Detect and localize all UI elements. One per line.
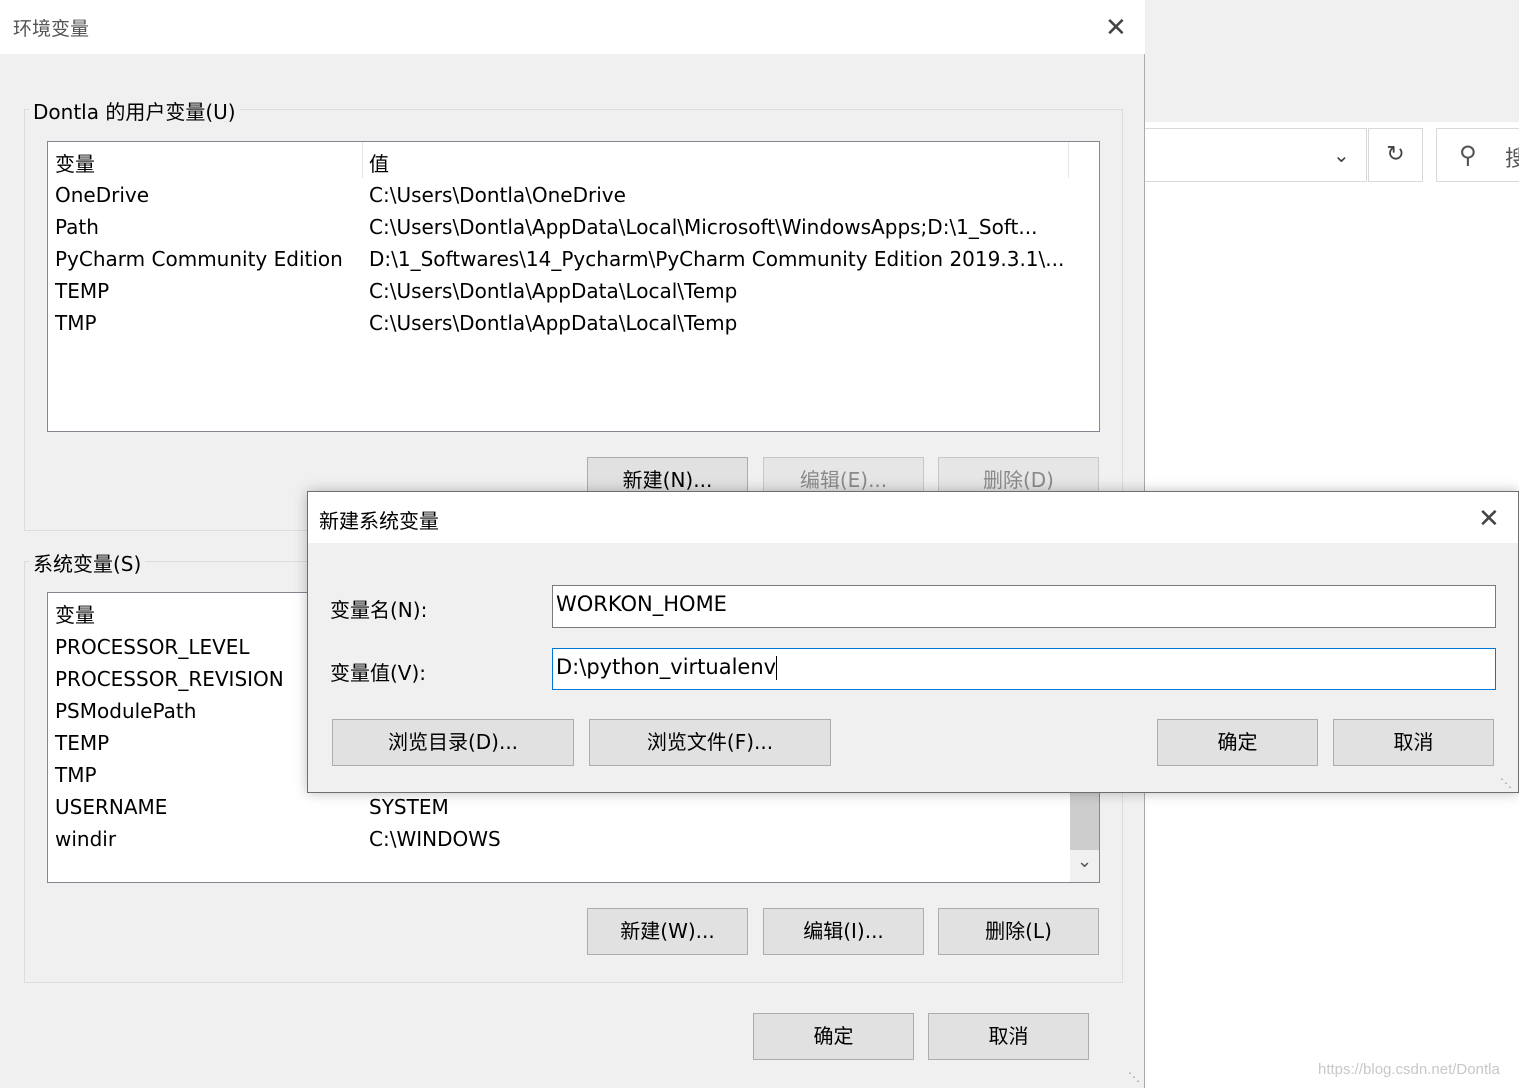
dialog-title: 新建系统变量 <box>319 509 439 533</box>
close-icon[interactable]: ✕ <box>1478 506 1500 532</box>
scrollbar-thumb[interactable] <box>1070 793 1099 850</box>
variable-value-text: D:\python_virtualenv <box>556 655 777 679</box>
table-row[interactable]: TMP C:\Users\Dontla\AppData\Local\Temp <box>48 307 1099 339</box>
search-icon: ⚲ <box>1459 141 1477 169</box>
browse-file-button[interactable]: 浏览文件(F)... <box>589 719 831 766</box>
system-variables-label: 系统变量(S) <box>29 548 146 577</box>
column-header-value[interactable]: 值 <box>369 148 389 177</box>
variable-name: Path <box>55 215 99 239</box>
user-variables-label: Dontla 的用户变量(U) <box>29 96 240 125</box>
table-row[interactable]: USERNAME SYSTEM <box>48 791 1099 823</box>
variable-name: USERNAME <box>55 795 168 819</box>
browse-directory-button[interactable]: 浏览目录(D)... <box>332 719 574 766</box>
column-divider[interactable] <box>1068 142 1069 178</box>
variable-value: SYSTEM <box>369 795 449 819</box>
explorer-background <box>1145 0 1519 122</box>
chevron-down-icon[interactable]: ⌄ <box>1333 143 1350 167</box>
cancel-button[interactable]: 取消 <box>1333 719 1494 766</box>
scroll-down-icon[interactable]: ⌄ <box>1077 851 1092 872</box>
cancel-button[interactable]: 取消 <box>928 1013 1089 1060</box>
variable-name-label: 变量名(N): <box>330 598 428 622</box>
variable-value: C:\Users\Dontla\AppData\Local\Temp <box>369 279 738 303</box>
variable-name: PROCESSOR_LEVEL <box>55 635 250 659</box>
variable-name-field[interactable]: WORKON_HOME <box>552 585 1496 628</box>
variable-name: PSModulePath <box>55 699 197 723</box>
variable-name: OneDrive <box>55 183 150 207</box>
variable-name: TMP <box>55 311 97 335</box>
table-row[interactable]: windir C:\WINDOWS <box>48 823 1099 855</box>
search-placeholder: 搜 <box>1505 147 1519 172</box>
table-row[interactable]: PyCharm Community Edition D:\1_Softwares… <box>48 243 1099 275</box>
search-box[interactable]: ⚲ 搜 <box>1436 128 1519 182</box>
column-divider[interactable] <box>362 142 363 178</box>
variable-value: C:\WINDOWS <box>369 827 501 851</box>
variable-value-field[interactable]: D:\python_virtualenv <box>552 648 1496 690</box>
ok-button[interactable]: 确定 <box>1157 719 1318 766</box>
table-row[interactable]: TEMP C:\Users\Dontla\AppData\Local\Temp <box>48 275 1099 307</box>
column-header-variable[interactable]: 变量 <box>55 148 95 177</box>
variable-value: D:\1_Softwares\14_Pycharm\PyCharm Commun… <box>369 247 1065 271</box>
table-row[interactable]: OneDrive C:\Users\Dontla\OneDrive <box>48 179 1099 211</box>
dialog-title: 环境变量 <box>13 18 90 40</box>
variable-name: PROCESSOR_REVISION <box>55 667 284 691</box>
resize-grip-icon[interactable]: ⋱ <box>1128 1070 1140 1084</box>
list-header: 变量 值 <box>48 142 1099 178</box>
refresh-icon[interactable]: ↻ <box>1368 128 1423 182</box>
system-new-button[interactable]: 新建(W)... <box>587 908 748 955</box>
ok-button[interactable]: 确定 <box>753 1013 914 1060</box>
variable-value-label: 变量值(V): <box>330 661 427 685</box>
title-bar: 环境变量 ✕ <box>0 0 1145 54</box>
variable-value: C:\Users\Dontla\AppData\Local\Temp <box>369 311 738 335</box>
watermark: https://blog.csdn.net/Dontla <box>1318 1061 1500 1078</box>
new-system-variable-dialog: 新建系统变量 ✕ 变量名(N): WORKON_HOME 变量值(V): D:\… <box>307 491 1519 793</box>
variable-value: C:\Users\Dontla\AppData\Local\Microsoft\… <box>369 215 1038 239</box>
text-cursor <box>776 656 778 680</box>
user-variables-list[interactable]: 变量 值 OneDrive C:\Users\Dontla\OneDrive P… <box>47 141 1100 432</box>
system-delete-button[interactable]: 删除(L) <box>938 908 1099 955</box>
table-row[interactable]: Path C:\Users\Dontla\AppData\Local\Micro… <box>48 211 1099 243</box>
system-edit-button[interactable]: 编辑(I)... <box>763 908 924 955</box>
resize-grip-icon[interactable]: ⋱ <box>1500 776 1512 790</box>
variable-name: PyCharm Community Edition <box>55 247 343 271</box>
variable-name: windir <box>55 827 117 851</box>
close-icon[interactable]: ✕ <box>1105 15 1127 41</box>
variable-value: C:\Users\Dontla\OneDrive <box>369 183 626 207</box>
variable-name: TEMP <box>55 731 110 755</box>
variable-name: TEMP <box>55 279 110 303</box>
column-header-variable[interactable]: 变量 <box>55 599 95 628</box>
variable-name: TMP <box>55 763 97 787</box>
title-bar: 新建系统变量 ✕ <box>308 492 1518 543</box>
